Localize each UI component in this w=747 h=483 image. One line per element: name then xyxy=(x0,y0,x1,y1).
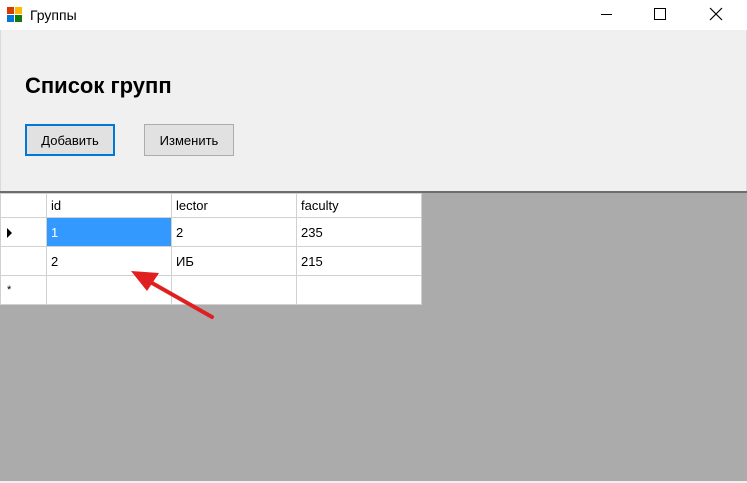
corner-header[interactable] xyxy=(0,193,47,218)
window-title: Группы xyxy=(30,7,77,23)
cell-id[interactable]: 1 xyxy=(46,217,172,247)
edit-button[interactable]: Изменить xyxy=(144,124,234,156)
column-header-lector[interactable]: lector xyxy=(171,193,297,218)
close-icon xyxy=(709,7,723,21)
maximize-button[interactable] xyxy=(637,0,683,30)
row-header[interactable] xyxy=(0,246,47,276)
current-row-arrow-icon xyxy=(7,228,12,238)
column-header-id[interactable]: id xyxy=(46,193,172,218)
red-arrow-icon xyxy=(131,271,214,319)
new-row-marker: * xyxy=(7,284,12,296)
add-button[interactable]: Добавить xyxy=(25,124,115,156)
row-header[interactable]: * xyxy=(0,275,47,305)
cell-faculty[interactable]: 235 xyxy=(296,217,422,247)
cell-lector[interactable]: 2 xyxy=(171,217,297,247)
table-row[interactable]: 1 2 235 xyxy=(0,217,422,247)
close-button[interactable] xyxy=(693,0,739,30)
cell-faculty[interactable] xyxy=(296,275,422,305)
app-icon xyxy=(7,7,23,23)
title-bar: Группы xyxy=(0,0,747,30)
header-row: id lector faculty xyxy=(0,193,422,218)
cell-faculty[interactable]: 215 xyxy=(296,246,422,276)
data-grid[interactable]: id lector faculty 1 2 235 2 ИБ 215 * xyxy=(0,191,747,481)
page-title: Список групп xyxy=(25,73,172,98)
form-panel: Список групп Добавить Изменить xyxy=(0,30,747,191)
minimize-button[interactable] xyxy=(584,0,630,30)
row-header[interactable] xyxy=(0,217,47,247)
column-header-faculty[interactable]: faculty xyxy=(296,193,422,218)
